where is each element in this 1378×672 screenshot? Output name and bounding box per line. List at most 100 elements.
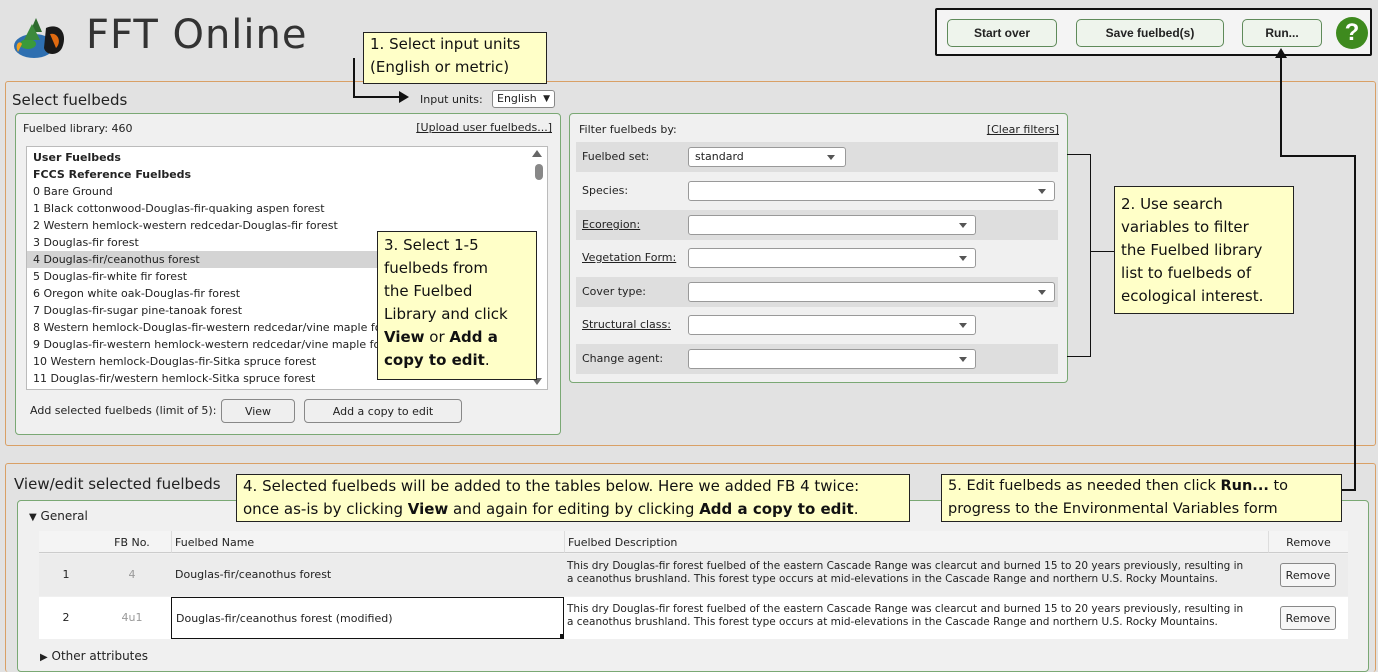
arrow-right-icon xyxy=(399,91,409,103)
callout-3-or: or xyxy=(424,328,450,346)
row-fuelbed-name: Douglas-fir/ceanothus forest xyxy=(171,554,564,596)
description-line: a ceanothus brushland. This forest type … xyxy=(567,573,1218,585)
filter-label[interactable]: Vegetation Form: xyxy=(582,251,676,264)
view-edit-title: View/edit selected fuelbeds xyxy=(14,475,221,493)
input-units-select[interactable]: English ▼ xyxy=(492,90,555,108)
filter-label: Cover type: xyxy=(582,285,646,298)
select-fuelbeds-title: Select fuelbeds xyxy=(12,91,128,109)
view-button[interactable]: View xyxy=(221,399,295,423)
remove-button[interactable]: Remove xyxy=(1280,563,1336,587)
chevron-down-icon xyxy=(959,323,967,328)
filter-label: Fuelbed set: xyxy=(582,150,650,163)
filter-label: Species: xyxy=(582,184,629,197)
filter-row-cover-type: Cover type: xyxy=(576,277,1058,307)
general-section-label: General xyxy=(40,509,88,523)
help-icon[interactable]: ? xyxy=(1336,17,1368,49)
row-fb-no: 4 xyxy=(93,554,171,596)
callout-4-view-bold: View xyxy=(407,500,449,518)
row-remove-cell: Remove xyxy=(1268,554,1348,596)
callout-5-text: to xyxy=(1268,478,1289,494)
callout-5-text: 5. Edit fuelbeds as needed then click xyxy=(948,478,1221,494)
filter-label[interactable]: Structural class: xyxy=(582,318,671,331)
bracket-line xyxy=(1090,251,1115,252)
row-fuelbed-name-input[interactable]: Douglas-fir/ceanothus forest (modified) xyxy=(171,597,564,639)
callout-3-view-bold: View xyxy=(384,328,425,346)
cover-type-select[interactable] xyxy=(688,282,1055,302)
callout-2: 2. Use search variables to filter the Fu… xyxy=(1114,186,1294,314)
filter-fuelbeds-box: Filter fuelbeds by: [Clear filters] Fuel… xyxy=(569,113,1068,383)
arrow-up-icon xyxy=(1275,48,1287,58)
callout-4-add-bold: Add a copy to edit xyxy=(699,500,854,518)
upload-user-fuelbeds-link[interactable]: [Upload user fuelbeds...] xyxy=(416,121,552,134)
callout-3-line: Library and click xyxy=(384,305,508,323)
callout-3-line: View or Add a xyxy=(384,326,530,349)
run-arrow-line xyxy=(1354,155,1356,491)
triangle-down-icon: ▼ xyxy=(29,512,37,523)
callout-3-add-bold: Add a xyxy=(449,328,498,346)
callout-5-line-2: progress to the Environmental Variables … xyxy=(948,501,1278,517)
callout-1-line xyxy=(353,58,355,98)
add-copy-to-edit-button[interactable]: Add a copy to edit xyxy=(304,399,462,423)
description-line: This dry Douglas-fir forest fuelbed of t… xyxy=(567,560,1244,572)
structural-class-select[interactable] xyxy=(688,315,976,335)
table-header-index xyxy=(39,531,93,553)
scroll-up-icon[interactable] xyxy=(532,150,542,157)
table-header-fuelbed-description: Fuelbed Description xyxy=(564,531,1268,553)
other-attributes-toggle[interactable]: ▶ Other attributes xyxy=(40,649,148,663)
vegetation-form-select[interactable] xyxy=(688,248,976,268)
callout-4: 4. Selected fuelbeds will be added to th… xyxy=(236,474,910,522)
callout-3-period: . xyxy=(484,351,490,369)
chevron-down-icon xyxy=(1038,290,1046,295)
callout-1-line-2: (English or metric) xyxy=(370,58,510,76)
description-line: This dry Douglas-fir forest fuelbed of t… xyxy=(567,603,1244,615)
list-group-header: User Fuelbeds xyxy=(33,151,121,164)
callout-1-line-1: 1. Select input units xyxy=(370,35,521,53)
list-item[interactable]: 1 Black cottonwood-Douglas-fir-quaking a… xyxy=(27,200,533,217)
filter-row-vegetation-form: Vegetation Form: xyxy=(576,243,1058,273)
chevron-down-icon xyxy=(827,155,835,160)
chevron-down-icon: ▼ xyxy=(543,94,550,104)
add-selected-label: Add selected fuelbeds (limit of 5): xyxy=(30,404,217,417)
callout-4-text: and again for editing by clicking xyxy=(448,500,700,518)
chevron-down-icon xyxy=(1038,189,1046,194)
filter-row-ecoregion: Ecoregion: xyxy=(576,210,1058,240)
row-index: 2 xyxy=(39,597,93,639)
chevron-down-icon xyxy=(959,357,967,362)
save-fuelbeds-button[interactable]: Save fuelbed(s) xyxy=(1076,19,1224,47)
filter-row-structural-class: Structural class: xyxy=(576,310,1058,340)
ecoregion-select[interactable] xyxy=(688,215,976,235)
callout-3-line: 3. Select 1-5 xyxy=(384,236,479,254)
general-section-toggle[interactable]: ▼ General xyxy=(29,509,88,523)
table-header-fb-no: FB No. xyxy=(93,531,171,553)
row-fuelbed-description: This dry Douglas-fir forest fuelbed of t… xyxy=(564,554,1268,596)
filter-row-change-agent: Change agent: xyxy=(576,344,1058,374)
fuelbed-set-select[interactable]: standard xyxy=(688,147,846,167)
callout-2-line: the Fuelbed library xyxy=(1121,241,1263,259)
list-group-header: FCCS Reference Fuelbeds xyxy=(33,168,192,181)
bracket-line xyxy=(1067,356,1091,357)
input-units-label: Input units: xyxy=(420,93,483,106)
filter-header: Filter fuelbeds by: xyxy=(579,123,677,136)
run-arrow-line xyxy=(1342,489,1356,491)
bracket-line xyxy=(1090,154,1091,357)
filter-row-fuelbed-set: Fuelbed set: standard xyxy=(576,142,1058,172)
change-agent-select[interactable] xyxy=(688,349,976,369)
start-over-button[interactable]: Start over xyxy=(947,19,1057,47)
list-item[interactable]: 0 Bare Ground xyxy=(27,183,533,200)
filter-label[interactable]: Ecoregion: xyxy=(582,218,640,231)
scrollbar-thumb[interactable] xyxy=(535,164,543,180)
remove-button[interactable]: Remove xyxy=(1280,606,1336,630)
other-attributes-label: Other attributes xyxy=(51,649,149,663)
bracket-line xyxy=(1067,154,1091,155)
callout-5-run-bold: Run... xyxy=(1220,478,1269,494)
triangle-right-icon: ▶ xyxy=(40,652,48,663)
callout-3-copy-bold: copy to edit xyxy=(384,351,485,369)
row-remove-cell: Remove xyxy=(1268,597,1348,639)
species-select[interactable] xyxy=(688,181,1055,201)
run-button[interactable]: Run... xyxy=(1242,19,1322,47)
top-toolbar: Start over Save fuelbed(s) Run... ? xyxy=(935,8,1372,56)
clear-filters-link[interactable]: [Clear filters] xyxy=(987,123,1059,136)
description-line: a ceanothus brushland. This forest type … xyxy=(567,616,1218,628)
callout-4-line-2: once as-is by clicking View and again fo… xyxy=(243,498,903,521)
row-fuelbed-description: This dry Douglas-fir forest fuelbed of t… xyxy=(564,597,1268,639)
